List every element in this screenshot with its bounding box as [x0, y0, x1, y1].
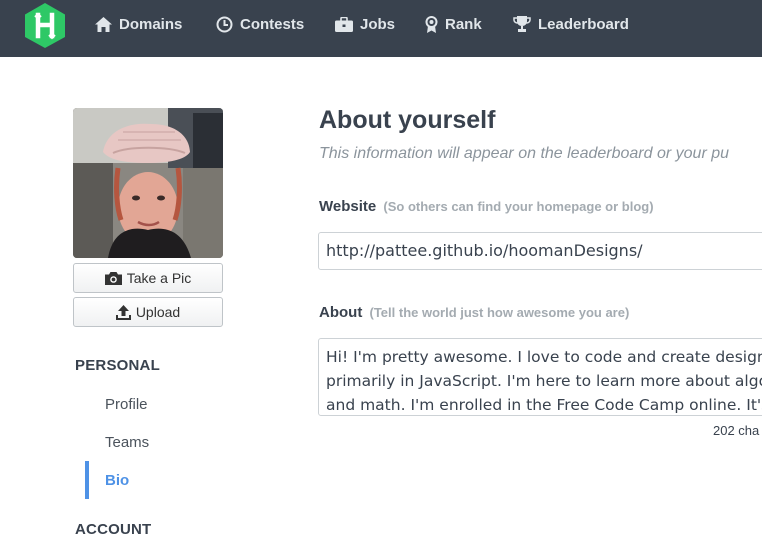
clock-icon	[216, 16, 233, 32]
active-indicator	[85, 461, 89, 499]
about-line: and math. I'm enrolled in the Free Code …	[326, 396, 762, 414]
medal-icon	[425, 15, 438, 33]
take-pic-label: Take a Pic	[126, 270, 192, 286]
about-label-text: About	[319, 304, 363, 321]
page-subtitle: This information will appear on the lead…	[319, 145, 730, 162]
nav-rank-label: Rank	[445, 15, 482, 33]
website-label: Website (So others can find your homepag…	[319, 198, 654, 215]
sidebar-item-profile[interactable]: Profile	[105, 396, 148, 413]
nav-jobs[interactable]: Jobs	[335, 0, 395, 48]
nav-contests-label: Contests	[240, 15, 305, 33]
sidebar-item-bio[interactable]: Bio	[105, 472, 129, 489]
home-icon	[95, 16, 112, 32]
upload-icon	[115, 304, 131, 320]
website-input[interactable]: http://pattee.github.io/hoomanDesigns/	[318, 232, 762, 270]
section-account-title: ACCOUNT	[75, 521, 152, 538]
about-hint: (Tell the world just how awesome you are…	[369, 305, 630, 320]
trophy-icon	[513, 16, 531, 32]
nav-rank[interactable]: Rank	[425, 0, 482, 48]
camera-icon	[104, 272, 122, 285]
about-label: About (Tell the world just how awesome y…	[319, 304, 629, 321]
nav-leaderboard[interactable]: Leaderboard	[513, 0, 629, 48]
nav-jobs-label: Jobs	[360, 15, 396, 33]
page-title: About yourself	[319, 106, 496, 134]
nav-domains[interactable]: Domains	[95, 0, 182, 48]
profile-avatar	[73, 108, 223, 258]
briefcase-icon	[335, 16, 353, 32]
top-navbar: Domains Contests Jobs Rank Leaderboard	[0, 0, 762, 57]
sidebar-item-teams[interactable]: Teams	[105, 434, 149, 451]
upload-button[interactable]: Upload	[73, 297, 223, 327]
website-hint: (So others can find your homepage or blo…	[383, 199, 654, 214]
nav-domains-label: Domains	[119, 15, 183, 33]
about-line: Hi! I'm pretty awesome. I love to code a…	[326, 348, 762, 366]
upload-label: Upload	[135, 304, 181, 320]
nav-leaderboard-label: Leaderboard	[538, 15, 629, 33]
website-label-text: Website	[319, 198, 377, 215]
section-personal-title: PERSONAL	[75, 357, 160, 374]
about-textarea[interactable]: Hi! I'm pretty awesome. I love to code a…	[318, 338, 762, 416]
hackerrank-logo[interactable]	[23, 2, 67, 48]
take-pic-button[interactable]: Take a Pic	[73, 263, 223, 293]
about-line: primarily in JavaScript. I'm here to lea…	[326, 372, 762, 390]
char-count: 202 cha	[713, 423, 760, 438]
nav-contests[interactable]: Contests	[216, 0, 304, 48]
